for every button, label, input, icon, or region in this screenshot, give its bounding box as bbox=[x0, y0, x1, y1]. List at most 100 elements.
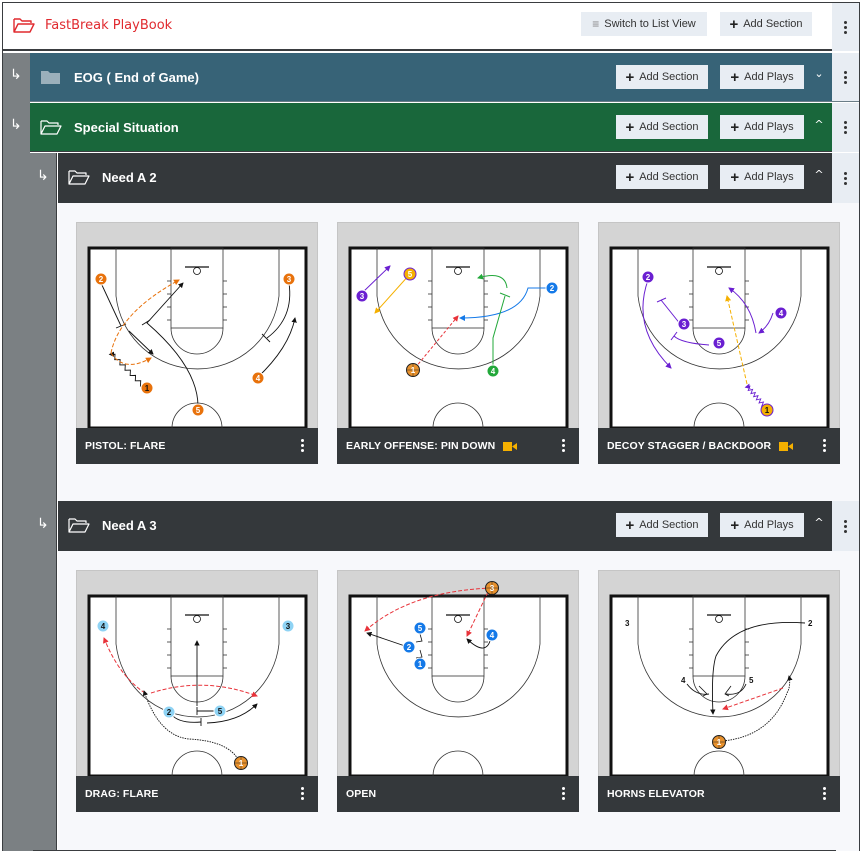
play-card[interactable]: 3 2 4 5 1 HORNS ELEVATOR bbox=[598, 570, 840, 812]
chevron-up-icon[interactable]: ^ bbox=[812, 516, 826, 529]
player-marker: 2 bbox=[162, 705, 176, 719]
section-row-special-situation[interactable]: Special Situation + Add Section + Add Pl… bbox=[30, 103, 859, 152]
court-diagram: 3 5 2 4 1 bbox=[348, 246, 569, 430]
svg-text:3: 3 bbox=[360, 292, 365, 301]
play-diagram: 3 2 4 5 1 bbox=[609, 594, 830, 778]
play-card[interactable]: 2 3 4 5 1 DECOY STAGGER / BACKDOOR bbox=[598, 222, 840, 464]
section-row-eog[interactable]: EOG ( End of Game) + Add Section + Add P… bbox=[30, 53, 859, 102]
play-more-button[interactable] bbox=[300, 439, 304, 452]
player-marker: 4 bbox=[251, 371, 265, 385]
court-diagram: 4 3 2 5 1 bbox=[87, 594, 308, 778]
app-title: FastBreak PlayBook bbox=[45, 17, 173, 33]
switch-to-list-view-button[interactable]: ≡ Switch to List View bbox=[581, 12, 707, 36]
play-diagram: 4 3 2 5 1 bbox=[87, 594, 308, 778]
player-marker: 3 bbox=[677, 317, 691, 331]
player-marker: 4 bbox=[96, 619, 110, 633]
play-card[interactable]: 5 21 4 3 OPEN bbox=[337, 570, 579, 812]
add-plays-label: Add Plays bbox=[744, 171, 794, 183]
svg-text:4: 4 bbox=[490, 631, 495, 640]
subsection-more-button[interactable] bbox=[832, 501, 859, 551]
plus-icon: + bbox=[625, 516, 635, 534]
play-diagram: 2 3 1 4 5 bbox=[87, 246, 308, 430]
indent-gutter-level-2 bbox=[30, 153, 57, 851]
add-plays-button[interactable]: + Add Plays bbox=[720, 513, 804, 537]
svg-text:3: 3 bbox=[287, 275, 292, 284]
player-marker: 1 bbox=[140, 381, 154, 395]
svg-text:1: 1 bbox=[239, 759, 244, 768]
plus-icon: + bbox=[625, 168, 635, 186]
add-section-button[interactable]: + Add Section bbox=[616, 165, 708, 189]
plus-icon: + bbox=[730, 68, 740, 86]
player-marker: 5 bbox=[413, 621, 427, 635]
court-diagram: 2 3 4 5 1 bbox=[609, 246, 830, 430]
add-plays-button[interactable]: + Add Plays bbox=[720, 65, 804, 89]
section-more-button[interactable] bbox=[832, 103, 859, 152]
ball-handler-marker: 1 bbox=[712, 735, 726, 749]
section-more-button[interactable] bbox=[832, 53, 859, 101]
kebab-menu-icon bbox=[844, 519, 848, 533]
svg-text:1: 1 bbox=[145, 384, 150, 393]
svg-text:4: 4 bbox=[779, 309, 784, 318]
video-camera-icon bbox=[779, 441, 794, 451]
add-section-button[interactable]: + Add Section bbox=[616, 65, 708, 89]
add-section-button[interactable]: + Add Section bbox=[616, 115, 708, 139]
add-section-button[interactable]: + Add Section bbox=[720, 12, 812, 36]
chevron-up-icon[interactable]: ^ bbox=[812, 168, 826, 181]
subsection-row-need-a-3[interactable]: Need A 3 + Add Section + Add Plays ^ bbox=[58, 501, 859, 551]
chevron-up-icon[interactable]: ^ bbox=[812, 118, 826, 131]
play-more-button[interactable] bbox=[300, 787, 304, 800]
kebab-menu-icon bbox=[844, 70, 848, 84]
svg-text:2: 2 bbox=[99, 275, 104, 284]
play-diagram: 2 3 4 5 1 bbox=[609, 246, 830, 430]
player-marker: 3 bbox=[282, 272, 296, 286]
subsection-more-button[interactable] bbox=[832, 153, 859, 203]
play-title: OPEN bbox=[346, 788, 377, 800]
add-plays-button[interactable]: + Add Plays bbox=[720, 115, 804, 139]
player-marker: 2 bbox=[94, 272, 108, 286]
svg-text:5: 5 bbox=[408, 270, 413, 279]
plus-icon: + bbox=[625, 118, 635, 136]
svg-text:4: 4 bbox=[256, 374, 261, 383]
play-more-button[interactable] bbox=[561, 439, 565, 452]
player-label: 3 bbox=[625, 619, 630, 628]
folder-open-icon bbox=[68, 518, 90, 533]
player-marker: 5 bbox=[191, 403, 205, 417]
play-card[interactable]: 4 3 2 5 1 DRAG: FLARE bbox=[76, 570, 318, 812]
svg-text:5: 5 bbox=[218, 707, 223, 716]
play-more-button[interactable] bbox=[822, 787, 826, 800]
subsection-title: Need A 3 bbox=[102, 517, 157, 533]
svg-text:1: 1 bbox=[418, 660, 423, 669]
svg-text:3: 3 bbox=[490, 584, 495, 593]
play-diagram: 5 21 4 3 bbox=[348, 581, 569, 778]
svg-text:4: 4 bbox=[101, 622, 106, 631]
player-marker: 3 bbox=[355, 289, 369, 303]
player-marker: 3 bbox=[281, 619, 295, 633]
kebab-menu-icon bbox=[844, 171, 848, 185]
plus-icon: + bbox=[729, 15, 739, 33]
folder-open-icon bbox=[68, 170, 90, 185]
list-icon: ≡ bbox=[592, 17, 600, 31]
play-card[interactable]: 2 3 1 4 5 PISTOL: FLARE bbox=[76, 222, 318, 464]
add-plays-button[interactable]: + Add Plays bbox=[720, 165, 804, 189]
svg-text:5: 5 bbox=[196, 406, 201, 415]
add-section-label: Add Section bbox=[639, 171, 699, 183]
svg-text:2: 2 bbox=[167, 708, 172, 717]
play-more-button[interactable] bbox=[822, 439, 826, 452]
indent-arrow-icon: ↳ bbox=[10, 67, 22, 83]
header-more-button[interactable] bbox=[832, 3, 859, 51]
section-title: Special Situation bbox=[74, 119, 179, 135]
play-caption: DECOY STAGGER / BACKDOOR bbox=[598, 428, 840, 464]
plays-grid-need-a-3: 43251 DRAG: FLARE 52143 OPEN 3 2 4 5 1 H… bbox=[58, 551, 859, 851]
add-section-button[interactable]: + Add Section bbox=[616, 513, 708, 537]
play-more-button[interactable] bbox=[561, 787, 565, 800]
player-label: 2 bbox=[808, 619, 813, 628]
player-marker: 1 bbox=[760, 403, 774, 417]
indent-arrow-icon: ↳ bbox=[10, 117, 22, 133]
top-bar: FastBreak PlayBook ≡ Switch to List View… bbox=[3, 3, 859, 51]
chevron-down-icon[interactable]: ⌄ bbox=[812, 67, 826, 80]
svg-text:4: 4 bbox=[491, 367, 496, 376]
subsection-row-need-a-2[interactable]: Need A 2 + Add Section + Add Plays ^ bbox=[58, 153, 859, 203]
plus-icon: + bbox=[730, 118, 740, 136]
play-card[interactable]: 3 5 2 4 1 EARLY OFFENSE: PIN DOWN bbox=[337, 222, 579, 464]
play-caption: EARLY OFFENSE: PIN DOWN bbox=[337, 428, 579, 464]
